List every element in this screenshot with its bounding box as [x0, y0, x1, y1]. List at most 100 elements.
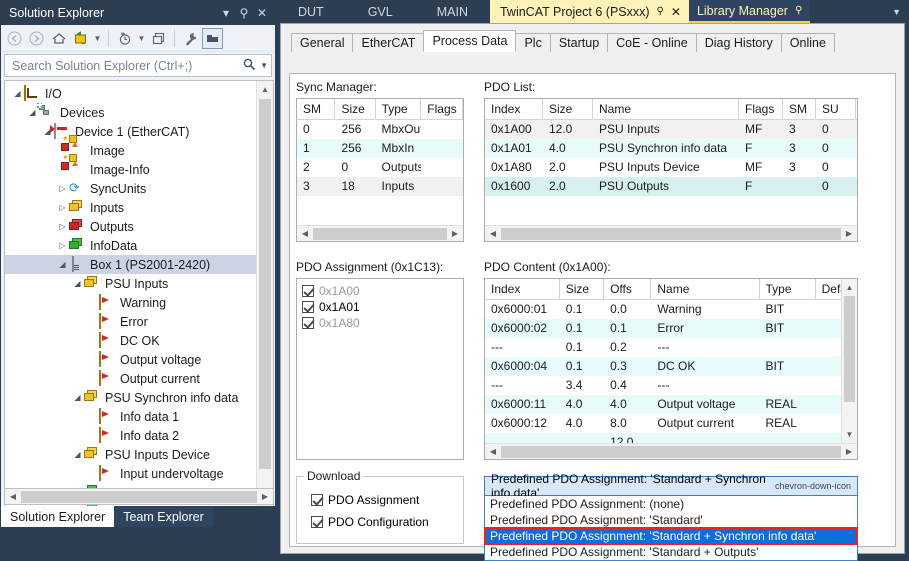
pdo-assignment-list[interactable]: 0x1A00 0x1A01 0x1A80 — [296, 278, 464, 460]
column-header[interactable]: Flags — [739, 99, 783, 119]
sync-with-active-document-icon[interactable] — [70, 28, 91, 49]
column-header[interactable]: Flags — [421, 99, 463, 119]
column-header[interactable]: SM — [297, 99, 336, 119]
collapse-all-icon[interactable] — [148, 28, 169, 49]
scroll-thumb[interactable] — [844, 296, 855, 402]
tree-item-error[interactable]: Error — [5, 312, 256, 331]
pdo-content-grid[interactable]: Index Size Offs Name Type Defa 0x6000:01 0.1 0.… — [484, 278, 858, 460]
table-row[interactable]: 0x6000:02 0.1 0.1 Error BIT — [485, 319, 857, 338]
pdo-assignment-item[interactable]: 0x1A00 — [302, 283, 463, 299]
tree-item-output-voltage[interactable]: Output voltage — [5, 350, 256, 369]
tree-expander-collapsed[interactable]: ▷ — [56, 222, 69, 231]
pdo-list-grid[interactable]: Index Size Name Flags SM SU 0x1A00 12.0 PSU Inp… — [484, 98, 858, 242]
document-overflow-chevron-down-icon[interactable]: ▼ — [892, 0, 901, 23]
column-header[interactable]: Type — [760, 279, 816, 299]
tree-item-device-1-ethercat[interactable]: ◢ Device 1 (EtherCAT) — [5, 122, 256, 141]
table-row[interactable]: 0x6000:11 4.0 4.0 Output voltage REAL — [485, 395, 857, 414]
checkbox[interactable] — [302, 285, 314, 297]
editor-tab-general[interactable]: General — [291, 33, 354, 52]
hscroll-thumb[interactable] — [501, 227, 841, 240]
tree-expander-collapsed[interactable]: ▷ — [56, 203, 69, 212]
tree-item-input-undervoltage[interactable]: Input undervoltage — [5, 464, 256, 483]
editor-tab-process-data[interactable]: Process Data — [423, 30, 517, 52]
checkbox[interactable] — [311, 516, 323, 528]
tree-expander-expanded[interactable]: ◢ — [71, 279, 84, 288]
pdo-content-hscrollbar[interactable]: ◀ ▶ — [485, 443, 857, 459]
sync-manager-hscrollbar[interactable]: ◀ ▶ — [297, 225, 463, 241]
close-icon[interactable]: ✕ — [671, 5, 681, 19]
table-row[interactable]: --- 0.1 0.2 --- — [485, 338, 857, 357]
panel-close-icon[interactable]: ✕ — [253, 6, 271, 20]
document-tab-dut[interactable]: DUT — [276, 0, 346, 23]
properties-wrench-icon[interactable] — [180, 28, 201, 49]
column-header[interactable]: SU — [816, 99, 856, 119]
tree-item-outputs[interactable]: ▷ Outputs — [5, 217, 256, 236]
refresh-dropdown-caret-icon[interactable]: ▼ — [136, 28, 147, 49]
scroll-right-icon[interactable]: ▶ — [841, 447, 857, 456]
bottom-tab-solution-explorer[interactable]: Solution Explorer — [1, 506, 115, 527]
predefined-pdo-dropdown[interactable]: Predefined PDO Assignment: (none) Predefi… — [484, 496, 858, 561]
predefined-pdo-option[interactable]: Predefined PDO Assignment: 'Standard + O… — [485, 544, 857, 560]
tree-item-devices[interactable]: ◢ Devices — [5, 102, 256, 122]
home-icon[interactable] — [48, 28, 69, 49]
tree-item-psu-inputs-device[interactable]: ◢ PSU Inputs Device — [5, 445, 256, 464]
tree-expander-expanded[interactable]: ◢ — [11, 89, 24, 98]
predefined-pdo-option[interactable]: Predefined PDO Assignment: 'Standard + S… — [484, 527, 858, 545]
search-box[interactable]: Search Solution Explorer (Ctrl+;) ▼ — [4, 54, 272, 77]
scroll-up-icon[interactable]: ▲ — [842, 279, 857, 296]
table-row[interactable]: 0x6000:01 0.1 0.0 Warning BIT — [485, 300, 857, 319]
show-all-files-icon[interactable] — [202, 27, 223, 49]
search-icon[interactable] — [242, 57, 256, 74]
table-row[interactable]: 3 18 Inputs — [297, 177, 463, 196]
scroll-left-icon[interactable]: ◀ — [5, 492, 21, 501]
scroll-right-icon[interactable]: ▶ — [841, 229, 857, 238]
chevron-down-icon[interactable]: chevron-down-icon — [775, 481, 851, 491]
tree-item-image-info[interactable]: ✦ Image-Info — [5, 153, 256, 179]
column-header[interactable]: Size — [335, 99, 376, 119]
tree-horizontal-scrollbar[interactable]: ◀ ▶ — [4, 488, 274, 505]
column-header[interactable]: Size — [543, 99, 593, 119]
editor-tab-plc[interactable]: Plc — [515, 33, 551, 52]
tree-item-warning[interactable]: Warning — [5, 293, 256, 312]
column-header[interactable]: Index — [485, 99, 543, 119]
column-header[interactable]: Size — [560, 279, 605, 299]
column-header[interactable]: Name — [593, 99, 739, 119]
table-row[interactable]: 0x1A01 4.0 PSU Synchron info data F 3 0 — [485, 139, 857, 158]
tree-item-syncunits[interactable]: ▷ ⟳ SyncUnits — [5, 179, 256, 198]
hscroll-thumb[interactable] — [313, 227, 447, 240]
tree-item-image[interactable]: ✦ Image — [5, 134, 256, 160]
hscroll-thumb[interactable] — [501, 445, 841, 458]
tree-expander-collapsed[interactable]: ▷ — [56, 241, 69, 250]
pdo-content-vscrollbar[interactable]: ▲ ▼ — [841, 279, 857, 443]
column-header[interactable]: Name — [651, 279, 760, 299]
pdo-list-hscrollbar[interactable]: ◀ ▶ — [485, 225, 857, 241]
column-header[interactable]: SM — [783, 99, 816, 119]
scroll-left-icon[interactable]: ◀ — [485, 229, 501, 238]
forward-icon[interactable] — [26, 28, 47, 49]
tree-item-box-1-ps2001-2420[interactable]: ◢ Box 1 (PS2001-2420) — [5, 255, 256, 274]
table-row[interactable]: --- 3.4 0.4 --- — [485, 376, 857, 395]
tree-item-info-data-1[interactable]: Info data 1 — [5, 407, 256, 426]
refresh-icon[interactable] — [114, 28, 135, 49]
scroll-left-icon[interactable]: ◀ — [485, 447, 501, 456]
sync-dropdown-caret-icon[interactable]: ▼ — [92, 28, 103, 49]
tree-expander-collapsed[interactable]: ▷ — [56, 184, 69, 193]
table-row[interactable]: 0x6000:04 0.1 0.3 DC OK BIT — [485, 357, 857, 376]
panel-pin-icon[interactable]: ⚲ — [235, 6, 253, 20]
tree-item-i-o[interactable]: ◢ I/O — [5, 84, 256, 103]
download-option[interactable]: PDO Configuration — [311, 511, 463, 533]
column-header[interactable]: Type — [376, 99, 422, 119]
table-row[interactable]: 0x6000:12 4.0 8.0 Output current REAL — [485, 414, 857, 433]
scroll-thumb[interactable] — [259, 99, 271, 469]
tree-expander-expanded[interactable]: ◢ — [71, 450, 84, 459]
editor-tab-online[interactable]: Online — [780, 33, 835, 52]
back-icon[interactable] — [4, 28, 25, 49]
checkbox[interactable] — [302, 301, 314, 313]
document-tab-main[interactable]: MAIN — [415, 0, 490, 23]
column-header[interactable]: Index — [485, 279, 560, 299]
editor-tab-coe-online[interactable]: CoE - Online — [607, 33, 697, 52]
column-header[interactable]: Offs — [604, 279, 652, 299]
tree-expander-expanded[interactable]: ◢ — [56, 260, 69, 269]
pin-icon[interactable]: ⚲ — [657, 6, 664, 17]
document-tab-gvl[interactable]: GVL — [346, 0, 415, 23]
